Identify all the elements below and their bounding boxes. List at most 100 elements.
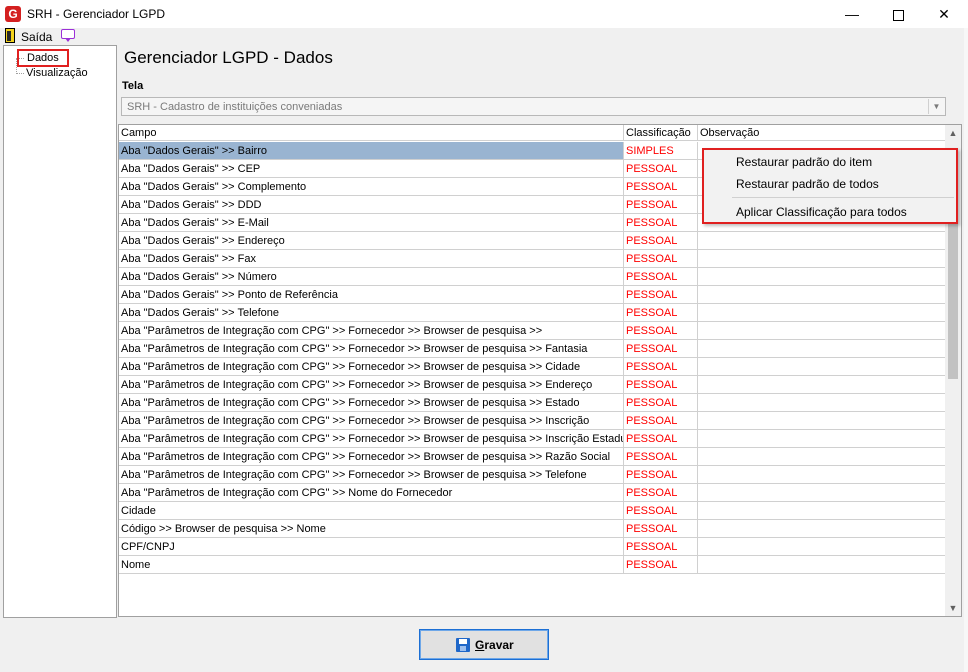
table-row[interactable]: Aba "Parâmetros de Integração com CPG" >… xyxy=(119,484,947,502)
cell-campo[interactable]: Aba "Parâmetros de Integração com CPG" >… xyxy=(119,412,624,430)
cell-observacao[interactable] xyxy=(698,340,947,358)
cell-observacao[interactable] xyxy=(698,430,947,448)
table-row[interactable]: Aba "Parâmetros de Integração com CPG" >… xyxy=(119,322,947,340)
cell-classificacao[interactable]: PESSOAL xyxy=(624,322,698,340)
cell-observacao[interactable] xyxy=(698,520,947,538)
menu-item-restore-item[interactable]: Restaurar padrão do item xyxy=(736,155,872,169)
menu-item-apply-all[interactable]: Aplicar Classificação para todos xyxy=(736,205,907,219)
cell-campo[interactable]: Aba "Dados Gerais" >> CEP xyxy=(119,160,624,178)
cell-campo[interactable]: Aba "Parâmetros de Integração com CPG" >… xyxy=(119,484,624,502)
cell-classificacao[interactable]: PESSOAL xyxy=(624,376,698,394)
cell-campo[interactable]: Aba "Parâmetros de Integração com CPG" >… xyxy=(119,430,624,448)
cell-observacao[interactable] xyxy=(698,556,947,574)
cell-observacao[interactable] xyxy=(698,376,947,394)
cell-campo[interactable]: Nome xyxy=(119,556,624,574)
cell-classificacao[interactable]: PESSOAL xyxy=(624,196,698,214)
table-row[interactable]: Nome PESSOAL xyxy=(119,556,947,574)
cell-classificacao[interactable]: PESSOAL xyxy=(624,394,698,412)
cell-classificacao[interactable]: PESSOAL xyxy=(624,430,698,448)
column-header-classificacao[interactable]: Classificação xyxy=(624,125,698,141)
cell-observacao[interactable] xyxy=(698,448,947,466)
scroll-down-icon[interactable]: ▼ xyxy=(945,600,961,616)
cell-classificacao[interactable]: PESSOAL xyxy=(624,358,698,376)
cell-observacao[interactable] xyxy=(698,484,947,502)
cell-campo[interactable]: Aba "Parâmetros de Integração com CPG" >… xyxy=(119,340,624,358)
cell-campo[interactable]: Aba "Dados Gerais" >> Complemento xyxy=(119,178,624,196)
table-row[interactable]: Aba "Parâmetros de Integração com CPG" >… xyxy=(119,430,947,448)
cell-classificacao[interactable]: PESSOAL xyxy=(624,502,698,520)
menu-exit[interactable]: Saída xyxy=(21,30,52,44)
cell-classificacao[interactable]: PESSOAL xyxy=(624,466,698,484)
table-row[interactable]: Aba "Parâmetros de Integração com CPG" >… xyxy=(119,412,947,430)
table-row[interactable]: Aba "Dados Gerais" >> Ponto de Referênci… xyxy=(119,286,947,304)
cell-classificacao[interactable]: SIMPLES xyxy=(624,142,698,160)
table-row[interactable]: Aba "Parâmetros de Integração com CPG" >… xyxy=(119,358,947,376)
cell-classificacao[interactable]: PESSOAL xyxy=(624,178,698,196)
column-header-campo[interactable]: Campo xyxy=(119,125,624,141)
cell-campo[interactable]: Aba "Dados Gerais" >> Bairro xyxy=(119,142,624,160)
cell-campo[interactable]: Aba "Dados Gerais" >> E-Mail xyxy=(119,214,624,232)
cell-campo[interactable]: Aba "Parâmetros de Integração com CPG" >… xyxy=(119,322,624,340)
cell-classificacao[interactable]: PESSOAL xyxy=(624,556,698,574)
cell-classificacao[interactable]: PESSOAL xyxy=(624,484,698,502)
cell-observacao[interactable] xyxy=(698,268,947,286)
table-row[interactable]: Aba "Parâmetros de Integração com CPG" >… xyxy=(119,340,947,358)
table-row[interactable]: Cidade PESSOAL xyxy=(119,502,947,520)
cell-observacao[interactable] xyxy=(698,502,947,520)
table-row[interactable]: CPF/CNPJ PESSOAL xyxy=(119,538,947,556)
cell-campo[interactable]: Aba "Parâmetros de Integração com CPG" >… xyxy=(119,394,624,412)
cell-classificacao[interactable]: PESSOAL xyxy=(624,520,698,538)
exit-door-icon[interactable] xyxy=(5,28,15,43)
table-row[interactable]: Aba "Dados Gerais" >> Fax PESSOAL xyxy=(119,250,947,268)
table-row[interactable]: Aba "Dados Gerais" >> Telefone PESSOAL xyxy=(119,304,947,322)
table-row[interactable]: Aba "Dados Gerais" >> Endereço PESSOAL xyxy=(119,232,947,250)
cell-campo[interactable]: Aba "Dados Gerais" >> Número xyxy=(119,268,624,286)
cell-classificacao[interactable]: PESSOAL xyxy=(624,268,698,286)
cell-observacao[interactable] xyxy=(698,412,947,430)
table-row[interactable]: Aba "Parâmetros de Integração com CPG" >… xyxy=(119,394,947,412)
cell-classificacao[interactable]: PESSOAL xyxy=(624,232,698,250)
table-row[interactable]: Código >> Browser de pesquisa >> Nome PES… xyxy=(119,520,947,538)
close-button[interactable]: ✕ xyxy=(921,0,967,28)
table-row[interactable]: Aba "Parâmetros de Integração com CPG" >… xyxy=(119,466,947,484)
cell-campo[interactable]: Aba "Dados Gerais" >> Telefone xyxy=(119,304,624,322)
cell-classificacao[interactable]: PESSOAL xyxy=(624,304,698,322)
cell-campo[interactable]: Aba "Dados Gerais" >> Ponto de Referênci… xyxy=(119,286,624,304)
chevron-down-icon[interactable]: ▼ xyxy=(928,99,944,114)
cell-campo[interactable]: Aba "Dados Gerais" >> DDD xyxy=(119,196,624,214)
cell-observacao[interactable] xyxy=(698,358,947,376)
cell-observacao[interactable] xyxy=(698,466,947,484)
tela-select[interactable]: SRH - Cadastro de instituições conveniad… xyxy=(121,97,946,116)
scroll-up-icon[interactable]: ▲ xyxy=(945,125,961,141)
cell-observacao[interactable] xyxy=(698,322,947,340)
cell-classificacao[interactable]: PESSOAL xyxy=(624,538,698,556)
cell-classificacao[interactable]: PESSOAL xyxy=(624,160,698,178)
menu-item-restore-all[interactable]: Restaurar padrão de todos xyxy=(736,177,879,191)
cell-campo[interactable]: Código >> Browser de pesquisa >> Nome xyxy=(119,520,624,538)
cell-observacao[interactable] xyxy=(698,250,947,268)
cell-classificacao[interactable]: PESSOAL xyxy=(624,214,698,232)
cell-classificacao[interactable]: PESSOAL xyxy=(624,412,698,430)
cell-campo[interactable]: Aba "Parâmetros de Integração com CPG" >… xyxy=(119,448,624,466)
table-row[interactable]: Aba "Dados Gerais" >> Número PESSOAL xyxy=(119,268,947,286)
cell-campo[interactable]: Aba "Parâmetros de Integração com CPG" >… xyxy=(119,358,624,376)
cell-observacao[interactable] xyxy=(698,304,947,322)
table-row[interactable]: Aba "Parâmetros de Integração com CPG" >… xyxy=(119,376,947,394)
table-row[interactable]: Aba "Parâmetros de Integração com CPG" >… xyxy=(119,448,947,466)
minimize-button[interactable]: — xyxy=(829,0,875,28)
maximize-button[interactable] xyxy=(875,0,921,28)
cell-observacao[interactable] xyxy=(698,394,947,412)
cell-campo[interactable]: Aba "Dados Gerais" >> Endereço xyxy=(119,232,624,250)
cell-classificacao[interactable]: PESSOAL xyxy=(624,286,698,304)
cell-campo[interactable]: Aba "Parâmetros de Integração com CPG" >… xyxy=(119,466,624,484)
cell-campo[interactable]: Cidade xyxy=(119,502,624,520)
cell-campo[interactable]: Aba "Dados Gerais" >> Fax xyxy=(119,250,624,268)
column-header-observacao[interactable]: Observação xyxy=(698,125,947,141)
cell-classificacao[interactable]: PESSOAL xyxy=(624,448,698,466)
chat-icon[interactable] xyxy=(61,29,75,42)
cell-classificacao[interactable]: PESSOAL xyxy=(624,250,698,268)
cell-campo[interactable]: CPF/CNPJ xyxy=(119,538,624,556)
cell-observacao[interactable] xyxy=(698,286,947,304)
cell-campo[interactable]: Aba "Parâmetros de Integração com CPG" >… xyxy=(119,376,624,394)
cell-classificacao[interactable]: PESSOAL xyxy=(624,340,698,358)
